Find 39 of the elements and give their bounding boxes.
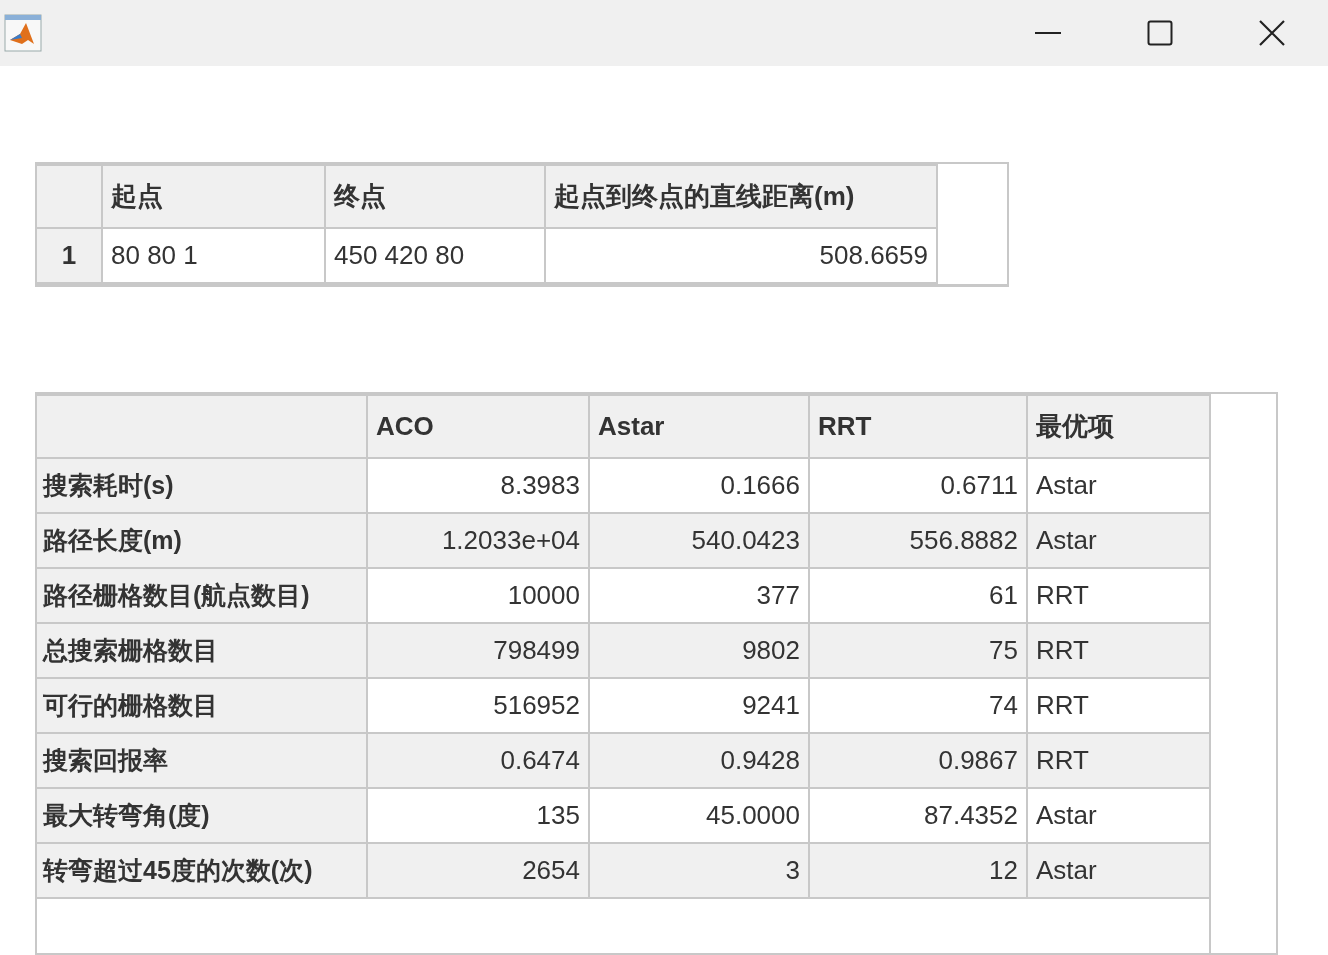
row-number: 1 <box>37 228 102 283</box>
column-header: RRT <box>809 395 1027 458</box>
column-header: 终点 <box>325 165 545 228</box>
table-cell: 1.2033e+04 <box>367 513 589 568</box>
maximize-icon <box>1147 20 1173 46</box>
column-header: 最优项 <box>1027 395 1210 458</box>
table-cell: 9802 <box>589 623 809 678</box>
table-cell: Astar <box>1027 513 1210 568</box>
row-label: 搜索回报率 <box>37 733 367 788</box>
column-header: 起点 <box>102 165 325 228</box>
table-cell: RRT <box>1027 733 1210 788</box>
row-label: 最大转弯角(度) <box>37 788 367 843</box>
table-cell: RRT <box>1027 623 1210 678</box>
column-header: 起点到终点的直线距离(m) <box>545 165 937 228</box>
table-cell: 3 <box>589 843 809 898</box>
app-logo-icon <box>4 14 42 52</box>
column-header: Astar <box>589 395 809 458</box>
row-label: 搜索耗时(s) <box>37 458 367 513</box>
table-cell: 450 420 80 <box>325 228 545 283</box>
minimize-icon <box>1035 31 1061 35</box>
column-header: ACO <box>367 395 589 458</box>
table-cell: 798499 <box>367 623 589 678</box>
table-cell: 540.0423 <box>589 513 809 568</box>
table-cell: 12 <box>809 843 1027 898</box>
close-icon <box>1258 19 1286 47</box>
table-cell: 556.8882 <box>809 513 1027 568</box>
table-cell: 0.6474 <box>367 733 589 788</box>
table-cell: Astar <box>1027 843 1210 898</box>
row-label: 路径长度(m) <box>37 513 367 568</box>
row-label: 转弯超过45度的次数(次) <box>37 843 367 898</box>
table-cell: 0.9867 <box>809 733 1027 788</box>
table-cell: 0.9428 <box>589 733 809 788</box>
table-cell: 508.6659 <box>545 228 937 283</box>
table-cell: 80 80 1 <box>102 228 325 283</box>
row-label: 路径栅格数目(航点数目) <box>37 568 367 623</box>
table-cell: 75 <box>809 623 1027 678</box>
row-label: 可行的栅格数目 <box>37 678 367 733</box>
row-label: 总搜索栅格数目 <box>37 623 367 678</box>
table-cell: 2654 <box>367 843 589 898</box>
